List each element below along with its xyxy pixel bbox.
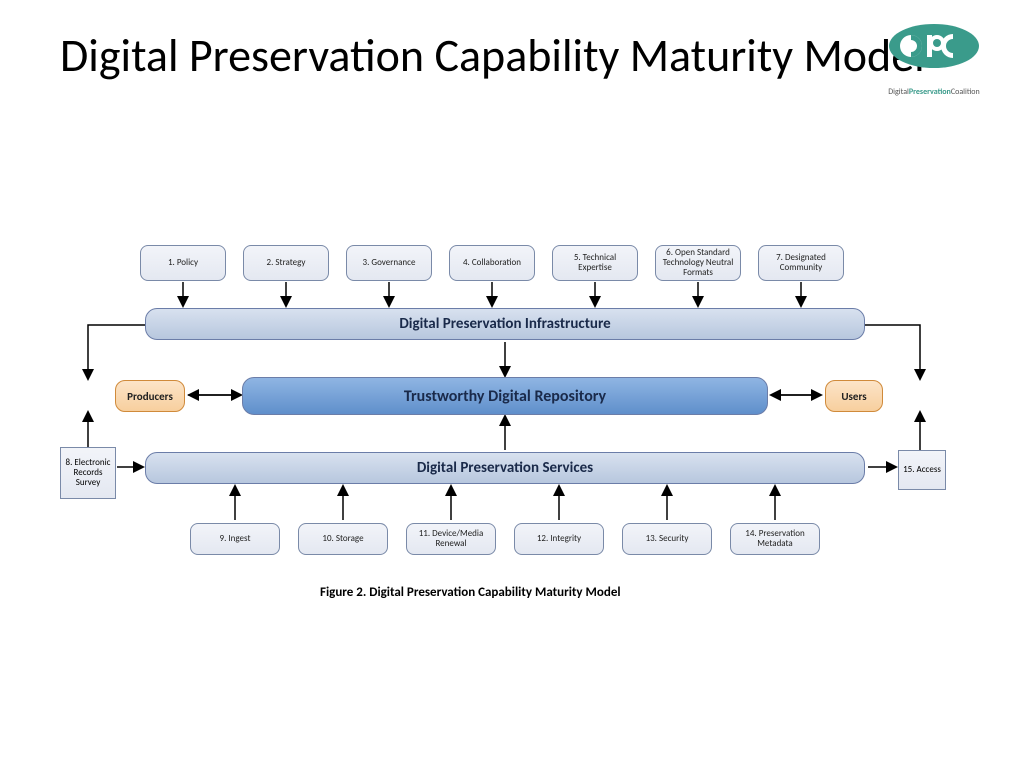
- dpc-logo: DigitalPreservationCoalition: [879, 20, 989, 97]
- bar-repository: Trustworthy Digital Repository: [242, 377, 768, 415]
- box-policy: 1. Policy: [140, 245, 226, 281]
- box-users: Users: [825, 380, 883, 412]
- box-ingest: 9. Ingest: [190, 523, 280, 555]
- box-preservation-metadata: 14. Preservation Metadata: [730, 523, 820, 555]
- box-open-standard: 6. Open Standard Technology Neutral Form…: [655, 245, 741, 281]
- figure-caption: Figure 2. Digital Preservation Capabilit…: [320, 585, 621, 600]
- box-electronic-records-survey: 8. Electronic Records Survey: [60, 447, 116, 499]
- box-producers: Producers: [115, 380, 185, 412]
- box-device-media-renewal: 11. Device/Media Renewal: [406, 523, 496, 555]
- logo-text: DigitalPreservationCoalition: [879, 87, 989, 97]
- page-title: Digital Preservation Capability Maturity…: [60, 30, 925, 83]
- box-security: 13. Security: [622, 523, 712, 555]
- dpc-logo-icon: [879, 20, 989, 80]
- bar-services: Digital Preservation Services: [145, 452, 865, 484]
- maturity-model-diagram: 1. Policy 2. Strategy 3. Governance 4. C…: [60, 245, 960, 645]
- box-access: 15. Access: [898, 450, 946, 490]
- bar-infrastructure: Digital Preservation Infrastructure: [145, 308, 865, 340]
- box-storage: 10. Storage: [298, 523, 388, 555]
- box-collaboration: 4. Collaboration: [449, 245, 535, 281]
- box-strategy: 2. Strategy: [243, 245, 329, 281]
- box-technical-expertise: 5. Technical Expertise: [552, 245, 638, 281]
- box-governance: 3. Governance: [346, 245, 432, 281]
- box-designated-community: 7. Designated Community: [758, 245, 844, 281]
- box-integrity: 12. Integrity: [514, 523, 604, 555]
